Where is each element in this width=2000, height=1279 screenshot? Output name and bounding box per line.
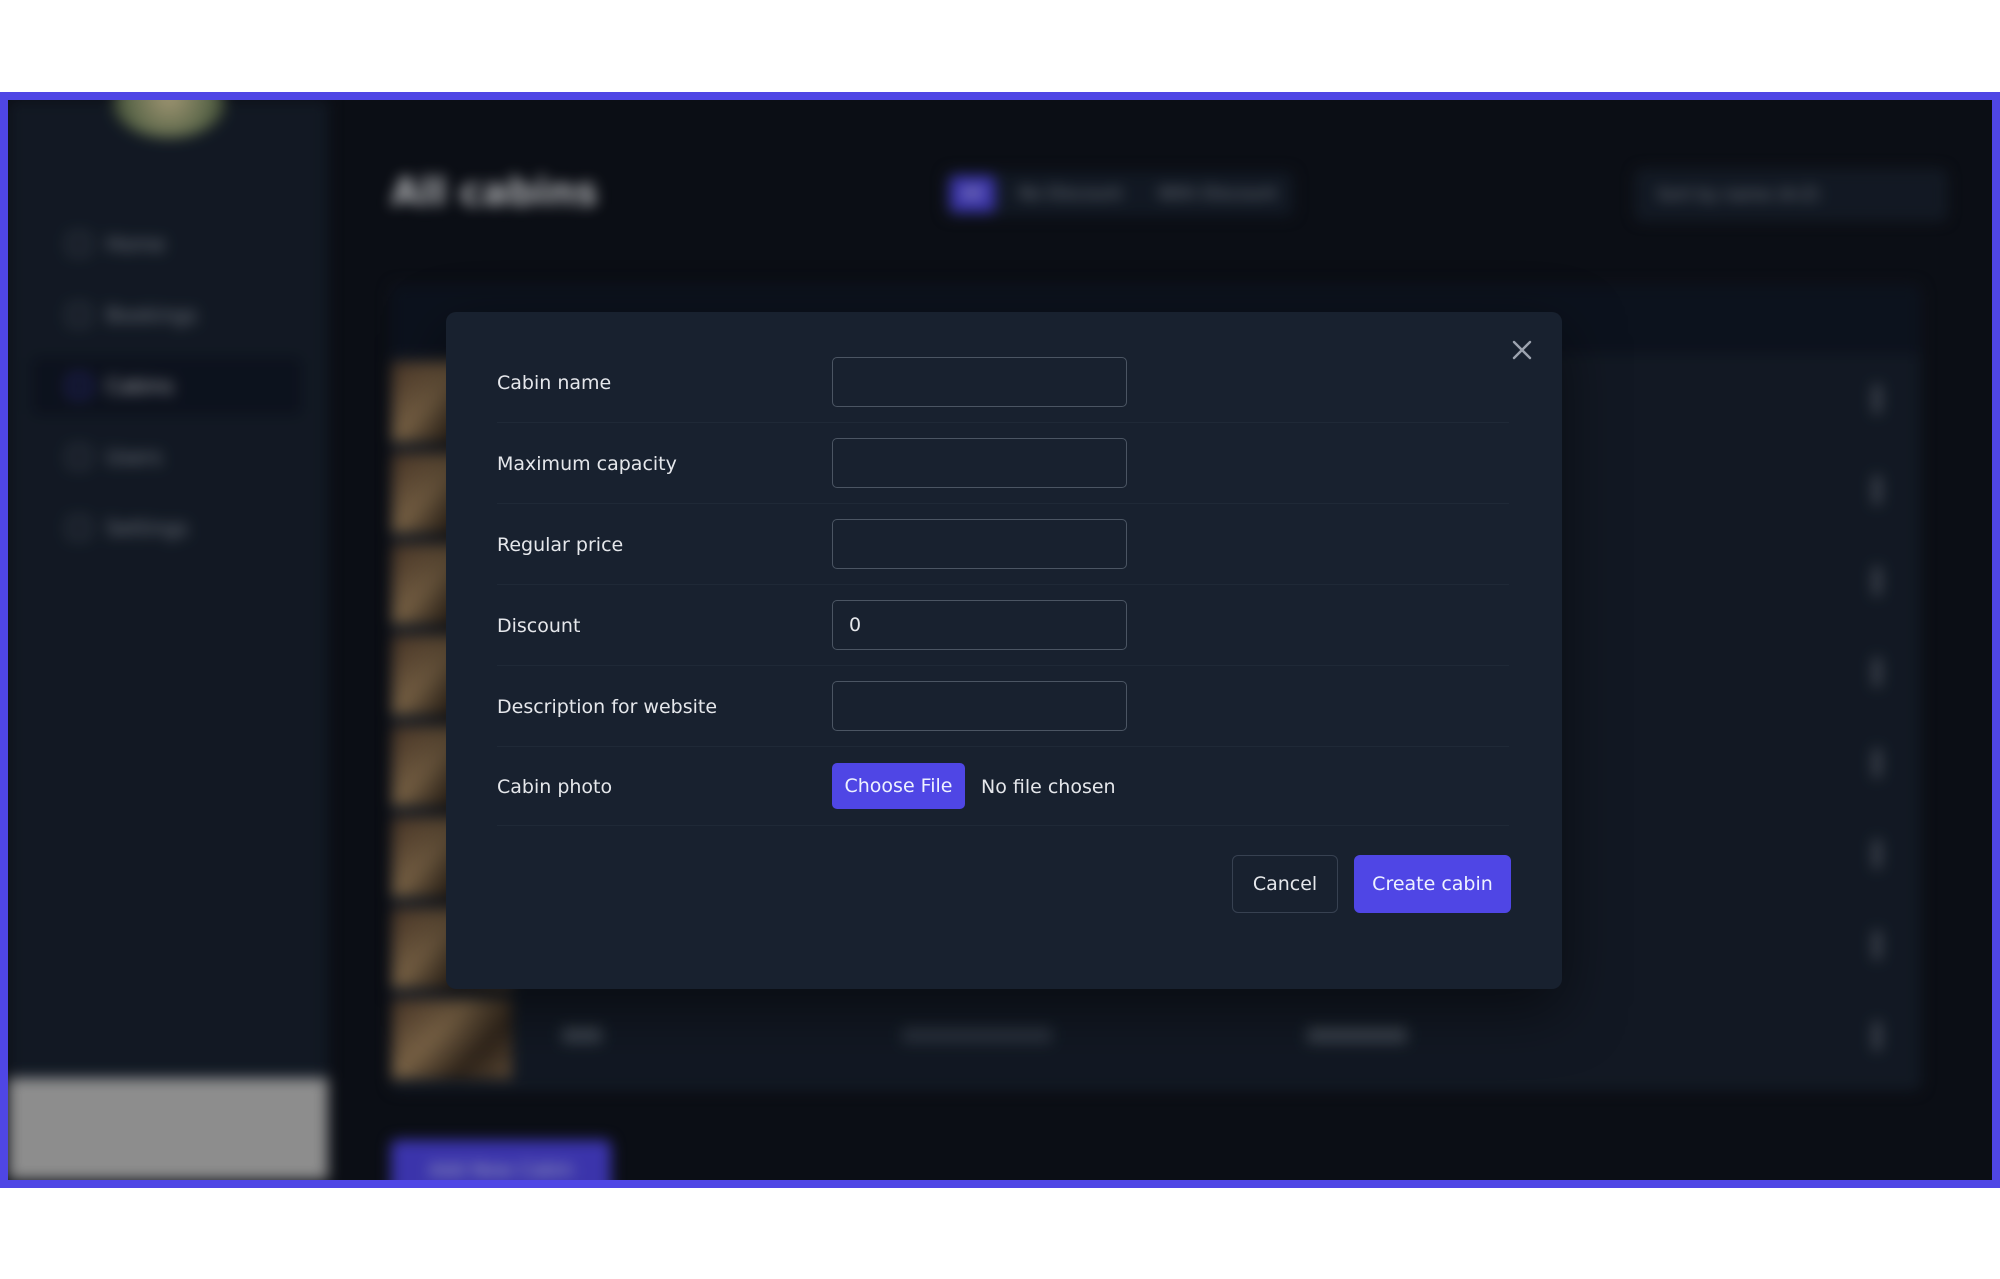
form-row-price: Regular price	[497, 504, 1509, 585]
regular-price-input[interactable]	[832, 519, 1127, 569]
cabin-name-label: Cabin name	[497, 371, 612, 394]
close-icon	[1512, 340, 1532, 360]
discount-label: Discount	[497, 614, 581, 637]
choose-file-button[interactable]: Choose File	[832, 763, 965, 809]
cabin-photo-label: Cabin photo	[497, 775, 613, 798]
description-label: Description for website	[497, 695, 718, 718]
create-cabin-form: Cabin name Maximum capacity Regular pric…	[497, 342, 1509, 826]
modal-actions: Cancel Create cabin	[1232, 855, 1511, 913]
create-cabin-modal: Cabin name Maximum capacity Regular pric…	[446, 312, 1562, 989]
max-capacity-input[interactable]	[832, 438, 1127, 488]
max-capacity-label: Maximum capacity	[497, 452, 677, 475]
form-row-discount: Discount	[497, 585, 1509, 666]
form-row-photo: Cabin photo Choose File No file chosen	[497, 747, 1509, 826]
app-window: Home Bookings Cabins Users Settings All …	[8, 100, 1992, 1180]
form-row-capacity: Maximum capacity	[497, 423, 1509, 504]
form-row-name: Cabin name	[497, 342, 1509, 423]
regular-price-label: Regular price	[497, 533, 624, 556]
discount-input[interactable]	[832, 600, 1127, 650]
cancel-button[interactable]: Cancel	[1232, 855, 1338, 913]
cabin-name-input[interactable]	[832, 357, 1127, 407]
close-button[interactable]	[1504, 332, 1540, 368]
file-status-text: No file chosen	[981, 775, 1116, 798]
browser-frame: Home Bookings Cabins Users Settings All …	[0, 92, 2000, 1188]
form-row-description: Description for website	[497, 666, 1509, 747]
description-input[interactable]	[832, 681, 1127, 731]
create-cabin-button[interactable]: Create cabin	[1354, 855, 1511, 913]
